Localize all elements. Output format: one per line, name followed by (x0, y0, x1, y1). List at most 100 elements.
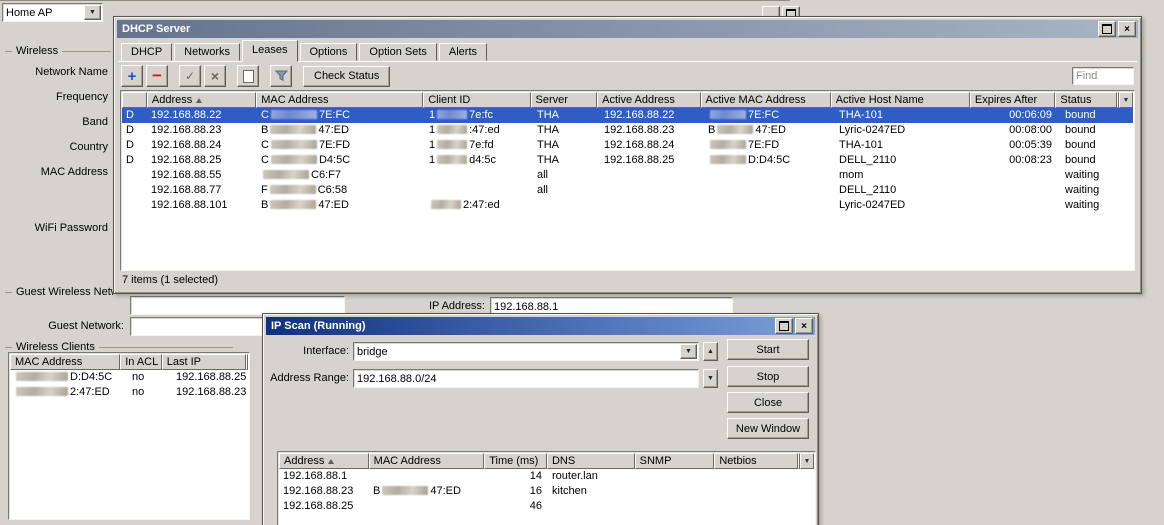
plus-icon: + (127, 67, 137, 85)
redacted-mac (16, 372, 68, 381)
lease-row[interactable]: 192.168.88.101 B 47:ED 2:47:ed Lyric-0247… (122, 198, 1133, 213)
profile-combo[interactable]: ▼ (2, 3, 103, 22)
tab-alerts[interactable]: Alerts (438, 43, 488, 61)
column-active-address[interactable]: Active Address (597, 92, 701, 108)
column-mac-address[interactable]: MAC Address (368, 453, 485, 469)
column-mac-address[interactable]: MAC Address (10, 354, 121, 370)
start-button[interactable]: Start (727, 339, 809, 360)
remove-button[interactable]: − (146, 65, 168, 87)
lease-row[interactable]: D 192.168.88.23 B 47:ED 1:47:ed THA 192.1… (122, 123, 1133, 138)
comment-button[interactable] (237, 65, 259, 87)
guest-password-input[interactable] (131, 297, 344, 314)
redacted-active-mac (710, 110, 746, 119)
column-filler (246, 354, 248, 370)
label-network-name: Network Name (35, 66, 108, 78)
tab-options[interactable]: Options (299, 43, 358, 61)
scan-row[interactable]: 192.168.88.1 14 router.lan (279, 469, 814, 484)
label-mac-address: MAC Address (40, 166, 108, 178)
column-selector-button[interactable]: ▼ (800, 453, 814, 469)
address-range-field[interactable] (353, 369, 699, 388)
check-icon: ✓ (184, 69, 196, 83)
redacted-mac (263, 170, 309, 179)
interface-select[interactable]: ▼ (353, 342, 699, 361)
redacted-active-mac (710, 140, 746, 149)
window-title: DHCP Server (122, 23, 191, 35)
scan-row[interactable]: 192.168.88.25 46 (279, 499, 814, 514)
wireless-clients-table: MAC Address In ACL Last IP D:D4:5C no 19… (8, 352, 250, 520)
column-flag[interactable] (122, 92, 147, 108)
down-arrow-button[interactable]: ▼ (703, 369, 718, 388)
address-range-input[interactable] (354, 370, 698, 387)
profile-combo-input[interactable] (3, 4, 83, 21)
column-netbios[interactable]: Netbios (714, 453, 798, 469)
scan-row[interactable]: 192.168.88.23 B 47:ED 16 kitchen (279, 484, 814, 499)
stop-button[interactable]: Stop (727, 366, 809, 387)
disable-button[interactable]: × (204, 65, 226, 87)
column-snmp[interactable]: SNMP (634, 453, 715, 469)
redacted-mac (270, 200, 317, 209)
clients-rows: D:D4:5C no 192.168.88.25 2:47:ED no 192.… (10, 370, 248, 518)
lease-row[interactable]: D 192.168.88.25 C D4:5C 1 d4:5c THA 192.16… (122, 153, 1133, 168)
find-input[interactable] (1073, 68, 1133, 84)
up-arrow-button[interactable]: ▲ (703, 342, 718, 361)
scan-rows: 192.168.88.1 14 router.lan 192.168.88.23… (279, 469, 814, 525)
column-time[interactable]: Time (ms) (484, 453, 547, 469)
column-in-acl[interactable]: In ACL (120, 354, 162, 370)
client-row[interactable]: 2:47:ED no 192.168.88.23 (10, 385, 248, 400)
comment-icon (242, 69, 254, 83)
redacted-mac (270, 125, 317, 134)
lease-row[interactable]: D 192.168.88.24 C 7E:FD 1 7e:fd THA 192.16… (122, 138, 1133, 153)
lease-row[interactable]: D 192.168.88.22 C 7E:FC 1 7e:fc THA 192.16… (122, 108, 1133, 123)
column-status[interactable]: Status (1055, 92, 1118, 108)
cross-icon: × (210, 68, 220, 84)
label-ip-address: IP Address: (428, 300, 485, 312)
tab-dhcp[interactable]: DHCP (121, 43, 173, 61)
ip-scan-titlebar[interactable]: IP Scan (Running) × (266, 317, 815, 335)
screen: ▼ Wireless Network Name Frequency Band C… (0, 0, 1164, 525)
lease-row[interactable]: 192.168.88.55 C6:F7 all mom waiting (122, 168, 1133, 183)
close-button[interactable]: × (1118, 21, 1136, 37)
chevron-down-icon[interactable]: ▼ (84, 5, 101, 20)
label-country: Country (69, 141, 108, 153)
new-window-button[interactable]: New Window (727, 418, 809, 439)
tab-leases[interactable]: Leases (242, 40, 298, 62)
redacted-client-id (437, 140, 468, 149)
section-wireless: Wireless (5, 45, 111, 57)
dhcp-titlebar[interactable]: DHCP Server × (117, 20, 1138, 38)
redacted-client-id (437, 155, 468, 164)
find-field[interactable] (1072, 67, 1134, 85)
redacted-mac (270, 155, 317, 164)
redacted-mac (16, 387, 68, 396)
column-last-ip[interactable]: Last IP (161, 354, 246, 370)
dhcp-tabstrip: DHCP Networks Leases Options Option Sets… (118, 40, 1137, 62)
column-active-host[interactable]: Active Host Name (830, 92, 970, 108)
enable-button[interactable]: ✓ (179, 65, 201, 87)
column-expires-after[interactable]: Expires After (969, 92, 1056, 108)
maximize-button[interactable] (1098, 21, 1116, 37)
lease-table-header: Address MAC Address Client ID Server Act… (122, 92, 1134, 108)
add-button[interactable]: + (121, 65, 143, 87)
column-dns[interactable]: DNS (546, 453, 635, 469)
close-button[interactable]: Close (727, 392, 809, 413)
filter-button[interactable] (270, 65, 292, 87)
column-client-id[interactable]: Client ID (423, 92, 531, 108)
tab-option-sets[interactable]: Option Sets (359, 43, 437, 61)
close-button[interactable]: × (795, 318, 813, 334)
column-address[interactable]: Address (279, 453, 369, 469)
column-address[interactable]: Address (146, 92, 257, 108)
check-status-button[interactable]: Check Status (303, 65, 391, 87)
redacted-mac (382, 486, 429, 495)
column-selector-button[interactable]: ▼ (1119, 92, 1134, 108)
label-interface: Interface: (303, 345, 349, 357)
redacted-mac (270, 140, 317, 149)
maximize-icon (1102, 24, 1112, 34)
column-mac-address[interactable]: MAC Address (256, 92, 424, 108)
client-row[interactable]: D:D4:5C no 192.168.88.25 (10, 370, 248, 385)
tab-networks[interactable]: Networks (174, 43, 241, 61)
column-active-mac[interactable]: Active MAC Address (700, 92, 831, 108)
interface-input[interactable] (354, 343, 679, 360)
maximize-button[interactable] (775, 318, 793, 334)
column-server[interactable]: Server (530, 92, 598, 108)
lease-row[interactable]: 192.168.88.77 F C6:58 all DELL_2110 waiti… (122, 183, 1133, 198)
chevron-down-icon[interactable]: ▼ (680, 344, 697, 359)
